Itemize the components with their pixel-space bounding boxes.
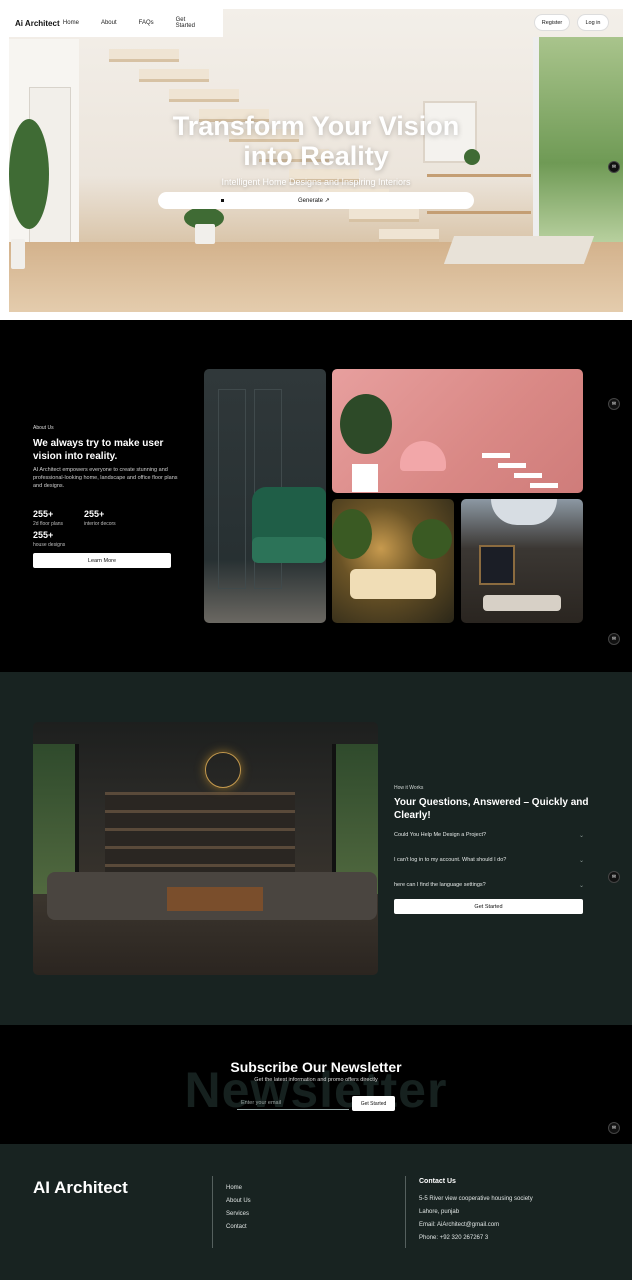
stat-floor-plans-label: 2d floor plans — [33, 521, 64, 527]
faq-question: Could You Help Me Design a Project? — [394, 832, 487, 838]
faq-section: How it Works Your Questions, Answered – … — [0, 672, 632, 1025]
footer-link-services[interactable]: Services — [226, 1211, 249, 1217]
newsletter-title: Subscribe Our Newsletter — [230, 1059, 402, 1075]
footer-city: Lahore, punjab — [419, 1209, 460, 1215]
chat-icon[interactable]: ✉ — [608, 871, 620, 883]
footer-divider — [212, 1176, 213, 1248]
stat-house-value: 255+ — [33, 530, 54, 540]
email-field[interactable] — [237, 1096, 349, 1110]
nav-about[interactable]: About — [101, 20, 117, 26]
gallery-image-pink-room — [332, 369, 583, 493]
get-started-button[interactable]: Get Started — [394, 899, 583, 914]
footer-brand: AI Architect — [33, 1178, 128, 1197]
footer-divider — [405, 1176, 406, 1248]
footer-link-home[interactable]: Home — [226, 1185, 242, 1191]
newsletter-subtitle: Get the latest information and promo off… — [254, 1077, 378, 1083]
chat-icon[interactable]: ✉ — [608, 633, 620, 645]
nav-faqs[interactable]: FAQs — [139, 20, 154, 26]
stat-floor-plans-value: 255+ — [33, 509, 54, 519]
nav-get-started[interactable]: Get Started — [176, 17, 201, 29]
footer-link-about[interactable]: About Us — [226, 1198, 251, 1204]
chevron-down-icon[interactable]: ⌄ — [579, 882, 584, 889]
rug — [443, 236, 595, 264]
chat-icon[interactable]: ✉ — [608, 398, 620, 410]
subscribe-button[interactable]: Get Started — [352, 1096, 395, 1111]
stat-interior-label: interior decors — [84, 521, 116, 527]
gallery-image-luxury-lounge — [461, 499, 583, 623]
faq-eyebrow: How it Works — [394, 785, 424, 791]
generate-bar[interactable]: Generate ↗ — [158, 192, 474, 209]
hero-title: Transform Your Vision into Reality — [172, 111, 460, 171]
nav-home[interactable]: Home — [63, 20, 79, 26]
stat-interior-value: 255+ — [84, 509, 105, 519]
hero-section: Ai Architect Home About FAQs Get Started… — [0, 0, 632, 320]
faq-item[interactable]: here can I find the language settings? ⌄ — [394, 878, 584, 892]
faq-heading: Your Questions, Answered – Quickly and C… — [394, 797, 589, 821]
brand-logo[interactable]: Ai Architect — [9, 19, 63, 28]
gallery-image-green-chair — [204, 369, 326, 623]
chat-icon[interactable]: ✉ — [608, 161, 620, 173]
about-description: AI Architect empowers everyone to create… — [33, 467, 178, 489]
learn-more-button[interactable]: Learn More — [33, 553, 171, 568]
chat-icon[interactable]: ✉ — [608, 1122, 620, 1134]
stat-house-label: house designs — [33, 542, 66, 548]
generate-button[interactable]: Generate ↗ — [298, 197, 330, 204]
footer-address: 5-5 River view cooperative housing socie… — [419, 1196, 533, 1202]
footer: AI Architect Home About Us Services Cont… — [0, 1144, 632, 1280]
prompt-cursor-icon — [221, 199, 224, 202]
footer-link-contact[interactable]: Contact — [226, 1224, 247, 1230]
faq-item[interactable]: Could You Help Me Design a Project? ⌄ — [394, 828, 584, 842]
hero-subtitle: Intelligent Home Designs and Inspiring I… — [221, 177, 411, 187]
faq-item[interactable]: I can't log in to my account. What shoul… — [394, 853, 584, 867]
login-button[interactable]: Log in — [578, 15, 608, 30]
footer-email[interactable]: Email: AiArchitect@gmail.com — [419, 1222, 499, 1228]
footer-contact-heading: Contact Us — [419, 1178, 456, 1185]
footer-phone[interactable]: Phone: +92 320 267267 3 — [419, 1235, 488, 1241]
chevron-down-icon[interactable]: ⌄ — [579, 832, 584, 839]
about-section: About Us We always try to make user visi… — [0, 320, 632, 672]
top-nav: Ai Architect Home About FAQs Get Started — [9, 9, 223, 37]
gallery-image-plant-lounge — [332, 499, 454, 623]
faq-question: I can't log in to my account. What shoul… — [394, 857, 507, 863]
faq-living-room-image — [33, 722, 378, 975]
faq-question: here can I find the language settings? — [394, 882, 486, 888]
chevron-down-icon[interactable]: ⌄ — [579, 857, 584, 864]
register-button[interactable]: Register — [535, 15, 569, 30]
about-heading: We always try to make user vision into r… — [33, 438, 164, 462]
newsletter-section: Newsletter Subscribe Our Newsletter Get … — [0, 1025, 632, 1144]
about-eyebrow: About Us — [33, 425, 54, 431]
